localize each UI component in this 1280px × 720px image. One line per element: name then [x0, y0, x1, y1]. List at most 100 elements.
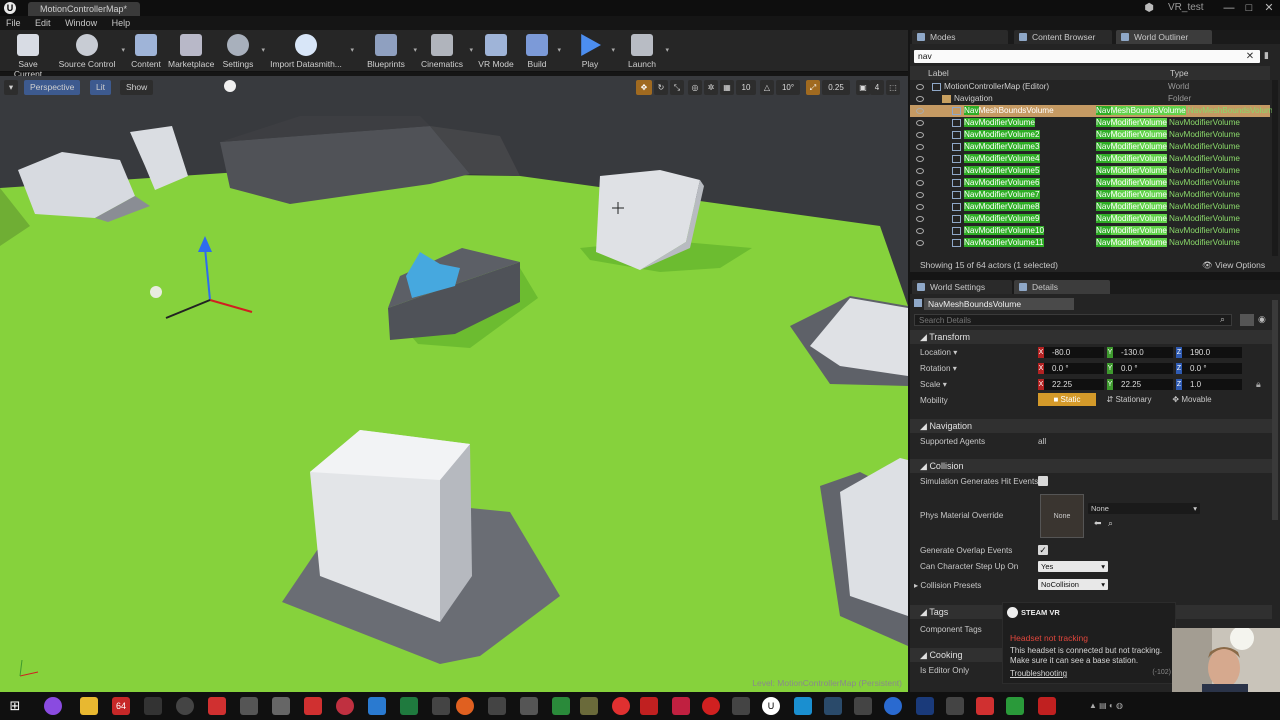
visibility-eye-icon[interactable] — [916, 84, 924, 90]
sim-hit-events-checkbox[interactable] — [1038, 476, 1048, 486]
app-icon[interactable] — [976, 697, 994, 715]
outliner-row[interactable]: NavModifierVolume9 NavModifierVolume NavMo… — [910, 213, 1270, 225]
app-icon[interactable] — [44, 697, 62, 715]
menu-file[interactable]: File — [0, 16, 27, 30]
location-y-field[interactable]: Y -130.0 — [1107, 347, 1173, 358]
app-icon[interactable] — [336, 697, 354, 715]
lock-scale-icon[interactable]: 🔒︎ — [1256, 379, 1261, 390]
rotation-y-field[interactable]: Y 0.0 ° — [1107, 363, 1173, 374]
menu-edit[interactable]: Edit — [29, 16, 57, 30]
grid-snap-icon[interactable]: ▦ — [720, 80, 734, 95]
viewport-options-button[interactable]: ▾ — [4, 80, 18, 95]
rotation-snap-value[interactable]: 10° — [776, 80, 800, 95]
unreal-taskbar-icon[interactable]: U — [762, 697, 780, 715]
scale-x-field[interactable]: X 22.25 — [1038, 379, 1104, 390]
phys-material-dropdown[interactable]: None ▾ — [1088, 503, 1200, 514]
outliner-row[interactable]: NavMeshBoundsVolume NavMeshBoundsVolume Na… — [910, 105, 1277, 117]
steamvr-notification[interactable]: STEAM VR Headset not tracking This heads… — [1002, 602, 1176, 684]
app-icon[interactable] — [552, 697, 570, 715]
app-icon[interactable] — [208, 697, 226, 715]
use-selected-arrow-icon[interactable]: ⬅ — [1094, 518, 1102, 529]
level-viewport[interactable]: ▾ Perspective Lit Show ✥ ↻ ⤡ ◎ ✲ ▦ 10 △ … — [0, 76, 908, 692]
tab-details[interactable]: Details — [1014, 280, 1110, 294]
camera-speed-icon[interactable]: ▣ — [856, 80, 870, 95]
rotation-label[interactable]: Rotation ▾ — [920, 363, 957, 373]
system-tray[interactable]: ▲ ▤ ◐ ◍ — [1066, 697, 1146, 715]
step-up-dropdown[interactable]: Yes ▾ — [1038, 561, 1108, 572]
app-icon[interactable] — [272, 697, 290, 715]
source-control-status-icon[interactable]: ⬢ — [1142, 1, 1156, 15]
maximize-button[interactable]: □ — [1242, 1, 1256, 15]
rotate-mode-icon[interactable]: ↻ — [654, 80, 668, 95]
outliner-row[interactable]: NavModifierVolume3 NavModifierVolume NavMo… — [910, 141, 1270, 153]
troubleshooting-link[interactable]: Troubleshooting — [1010, 669, 1067, 678]
app-icon[interactable] — [794, 697, 812, 715]
outliner-row[interactable]: NavModifierVolume7 NavModifierVolume NavMo… — [910, 189, 1270, 201]
clear-search-icon[interactable]: ✕ — [1242, 50, 1258, 63]
app-icon[interactable] — [488, 697, 506, 715]
app-icon[interactable] — [1006, 697, 1024, 715]
property-matrix-icon[interactable] — [1240, 314, 1254, 326]
minimize-button[interactable]: — — [1222, 1, 1236, 15]
tab-modes[interactable]: Modes — [912, 30, 1008, 44]
translate-mode-icon[interactable]: ✥ — [636, 80, 652, 95]
outliner-search-input[interactable]: nav — [914, 50, 1260, 63]
camera-speed-value[interactable]: 4 — [870, 80, 884, 95]
app-icon[interactable] — [368, 697, 386, 715]
outliner-row[interactable]: MotionControllerMap (Editor) World — [910, 81, 1270, 93]
rotation-x-field[interactable]: X 0.0 ° — [1038, 363, 1104, 374]
tab-content-browser[interactable]: Content Browser — [1014, 30, 1112, 44]
app-icon[interactable] — [432, 697, 450, 715]
details-search-input[interactable]: Search Details — [914, 314, 1232, 326]
outliner-row[interactable]: NavModifierVolume2 NavModifierVolume NavMo… — [910, 129, 1270, 141]
scale-snap-value[interactable]: 0.25 — [822, 80, 850, 95]
lit-button[interactable]: Lit — [90, 80, 111, 95]
world-space-icon[interactable]: ◎ — [688, 80, 702, 95]
view-options-button[interactable]: 👁︎ View Options — [1202, 258, 1265, 272]
mobility-stationary-option[interactable]: ⇵ Stationary — [1098, 393, 1160, 406]
mobility-static-option[interactable]: ■ Static — [1038, 393, 1096, 406]
perspective-button[interactable]: Perspective — [24, 80, 81, 95]
app-icon[interactable] — [732, 697, 750, 715]
source-control-button[interactable]: Source Control ▾ — [58, 32, 125, 70]
visibility-eye-icon[interactable] — [916, 108, 924, 114]
settings-button[interactable]: Settings ▾ — [220, 32, 265, 70]
rotation-z-field[interactable]: Z 0.0 ° — [1176, 363, 1242, 374]
app-icon[interactable] — [640, 697, 658, 715]
windows-start-icon[interactable]: ⊞ — [6, 697, 24, 715]
app-icon[interactable]: 64 — [112, 697, 130, 715]
save-current-button[interactable]: Save Current — [4, 32, 52, 79]
app-icon[interactable] — [400, 697, 418, 715]
photoshop-icon[interactable] — [916, 697, 934, 715]
scale-y-field[interactable]: Y 22.25 — [1107, 379, 1173, 390]
visibility-eye-icon[interactable] — [916, 216, 924, 222]
col-type[interactable]: Type — [1170, 66, 1188, 80]
actor-lock-icon[interactable] — [914, 299, 922, 307]
details-scrollbar[interactable] — [1272, 300, 1278, 520]
scale-z-field[interactable]: Z 1.0 — [1176, 379, 1242, 390]
menu-help[interactable]: Help — [106, 16, 137, 30]
app-icon[interactable] — [884, 697, 902, 715]
actor-name-field[interactable]: NavMeshBoundsVolume — [924, 298, 1074, 310]
import-datasmith-button[interactable]: Import Datasmith... ▾ — [270, 32, 354, 70]
app-icon[interactable] — [672, 697, 690, 715]
scale-mode-icon[interactable]: ⤡ — [670, 80, 684, 95]
eye-icon[interactable]: ◉ — [1258, 314, 1270, 326]
location-label[interactable]: Location ▾ — [920, 347, 957, 357]
location-z-field[interactable]: Z 190.0 — [1176, 347, 1242, 358]
file-explorer-icon[interactable] — [80, 697, 98, 715]
scale-label[interactable]: Scale ▾ — [920, 379, 947, 389]
app-icon[interactable] — [612, 697, 630, 715]
menu-window[interactable]: Window — [59, 16, 103, 30]
location-x-field[interactable]: X -80.0 — [1038, 347, 1104, 358]
build-button[interactable]: Build ▾ — [522, 32, 561, 70]
visibility-eye-icon[interactable] — [916, 96, 924, 102]
close-button[interactable]: ✕ — [1262, 1, 1276, 15]
visibility-eye-icon[interactable] — [916, 168, 924, 174]
section-navigation[interactable]: ◢ Navigation — [910, 419, 1272, 433]
show-button[interactable]: Show — [120, 80, 154, 95]
outliner-row[interactable]: NavModifierVolume10 NavModifierVolume NavM… — [910, 225, 1270, 237]
visibility-eye-icon[interactable] — [916, 156, 924, 162]
tab-world-settings[interactable]: World Settings — [912, 280, 1012, 294]
cinematics-button[interactable]: Cinematics ▾ — [420, 32, 473, 70]
